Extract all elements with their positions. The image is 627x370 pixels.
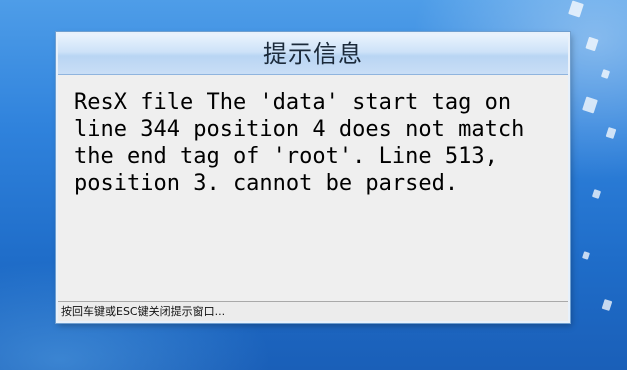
dialog-title-bar[interactable]: 提示信息: [58, 34, 568, 75]
dialog-status-bar: 按回车键或ESC键关闭提示窗口...: [58, 301, 568, 321]
message-dialog: 提示信息 ResX file The 'data' start tag on li…: [56, 32, 570, 323]
error-message-line: ResX file The 'data' start tag on: [74, 90, 512, 115]
error-message-line: the end tag of 'root'. Line 513,: [74, 144, 498, 169]
error-message: ResX file The 'data' start tag on line 34…: [74, 89, 564, 197]
close-hint-text: 按回车键或ESC键关闭提示窗口...: [61, 305, 226, 318]
dialog-title: 提示信息: [263, 40, 363, 68]
error-message-line: line 344 position 4 does not match: [74, 117, 525, 142]
error-message-line: position 3. cannot be parsed.: [74, 171, 459, 196]
